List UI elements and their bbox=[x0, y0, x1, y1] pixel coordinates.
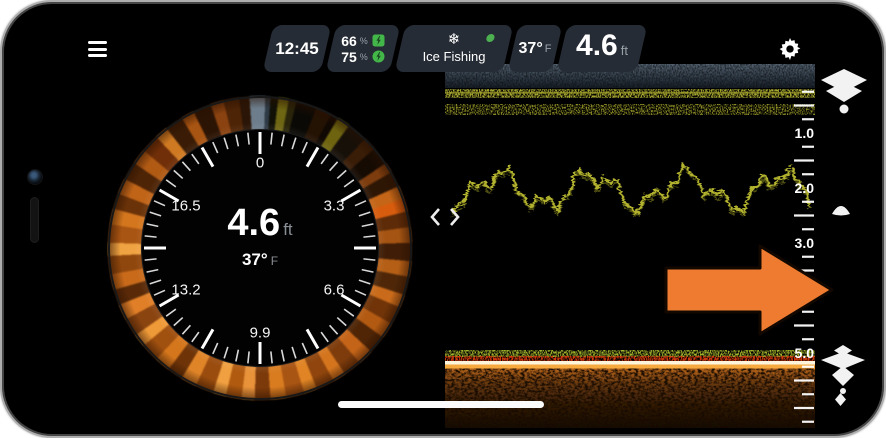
phone-frame: 12:45 66 % 75 % bbox=[0, 0, 886, 438]
bottom-band bbox=[445, 350, 815, 428]
fish-marker-icon bbox=[830, 202, 852, 216]
flasher-scale-label: 6.6 bbox=[324, 282, 345, 299]
mode-chip[interactable]: ❄ Ice Fishing bbox=[395, 25, 514, 72]
subsurface-clutter bbox=[445, 89, 815, 115]
battery-row-1: 66 % bbox=[341, 34, 385, 48]
flasher-scale-label: 13.2 bbox=[171, 282, 200, 299]
water-temp-unit: F bbox=[545, 43, 552, 55]
front-camera bbox=[27, 169, 43, 185]
earpiece-speaker bbox=[30, 197, 39, 243]
time-chip: 12:45 bbox=[263, 25, 332, 72]
battery-row-2: 75 % bbox=[341, 50, 385, 64]
flasher-scale-label: 0 bbox=[256, 155, 264, 172]
highlight-arrow bbox=[664, 244, 836, 336]
bait-school-marker-icon bbox=[819, 68, 869, 118]
hamburger-icon bbox=[88, 41, 107, 44]
depth-chip: 4.6 ft bbox=[557, 25, 648, 72]
depth-tick-label: 1.0 bbox=[795, 125, 815, 141]
flasher-scale-label: 9.9 bbox=[250, 325, 271, 342]
home-indicator[interactable] bbox=[338, 401, 544, 408]
snowflake-icon: ❄ bbox=[448, 32, 461, 49]
flasher-readout: 4.6 ft 37° F bbox=[108, 204, 412, 268]
chevron-right-icon bbox=[451, 209, 458, 225]
status-bar: 12:45 66 % 75 % bbox=[268, 25, 642, 72]
depth-tick-label: 2.0 bbox=[795, 180, 815, 196]
target-trace bbox=[451, 162, 808, 217]
flasher-temp-value: 37° bbox=[242, 251, 268, 268]
battery-round-icon bbox=[372, 50, 385, 63]
menu-button[interactable] bbox=[88, 40, 112, 62]
mode-label: Ice Fishing bbox=[423, 49, 486, 65]
time-label: 12:45 bbox=[275, 39, 318, 59]
history-scroll-control[interactable] bbox=[429, 206, 461, 228]
battery-chip: 66 % 75 % bbox=[326, 25, 401, 72]
water-temp-value: 37° bbox=[519, 40, 543, 58]
flasher-temp-unit: F bbox=[271, 255, 278, 267]
settings-gear-icon[interactable] bbox=[777, 36, 803, 62]
water-temp-chip: 37° F bbox=[508, 25, 563, 72]
bait-school-marker-icon bbox=[817, 345, 869, 395]
flasher-depth-unit: ft bbox=[283, 221, 292, 238]
depth-value: 4.6 bbox=[576, 29, 618, 63]
battery-square-icon bbox=[372, 34, 385, 47]
chevron-left-icon bbox=[432, 209, 439, 225]
depth-unit: ft bbox=[621, 43, 628, 58]
flasher-dial: 0 3.3 6.6 9.9 13.2 16.5 4.6 ft 37° F bbox=[108, 96, 412, 400]
small-target-marker-icon bbox=[834, 393, 847, 406]
flasher-depth-value: 4.6 bbox=[227, 204, 280, 242]
depth-tick-label: 5.0 bbox=[795, 345, 815, 361]
